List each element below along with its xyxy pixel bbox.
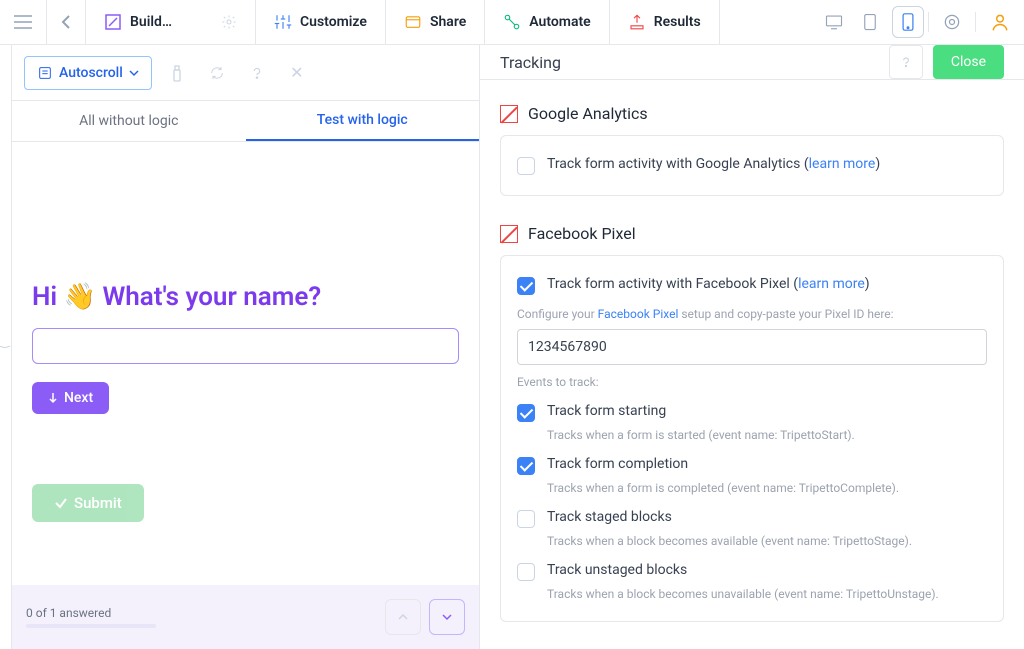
next-button[interactable]: Next xyxy=(32,382,109,414)
event-title-1: Track form completion xyxy=(547,456,688,472)
device-phone-icon[interactable] xyxy=(892,6,924,38)
event-title-2: Track staged blocks xyxy=(547,509,672,525)
next-question-button[interactable] xyxy=(429,599,465,635)
tab-build-label: Build… xyxy=(130,14,172,30)
ga-learn-more-link[interactable]: learn more xyxy=(809,156,876,172)
ga-checkbox[interactable] xyxy=(517,157,535,175)
tab-automate[interactable]: Automate xyxy=(485,0,609,44)
event-desc-1: Tracks when a form is completed (event n… xyxy=(547,481,987,495)
progress-text: 0 of 1 answered xyxy=(26,606,156,620)
settings-icon[interactable] xyxy=(928,12,976,32)
tab-share[interactable]: Share xyxy=(386,0,485,44)
check-icon xyxy=(54,496,68,510)
tab-results-label: Results xyxy=(654,14,701,30)
menu-icon[interactable] xyxy=(0,0,47,44)
close-preview-icon[interactable]: ✕ xyxy=(282,58,312,88)
tab-automate-label: Automate xyxy=(529,14,590,30)
name-input[interactable] xyxy=(32,328,459,364)
tab-share-label: Share xyxy=(430,14,466,30)
results-icon xyxy=(628,13,646,31)
device-tablet-icon[interactable] xyxy=(852,0,888,45)
tab-customize-label: Customize xyxy=(300,14,367,30)
events-label: Events to track: xyxy=(517,375,987,389)
progress-bar xyxy=(26,624,156,628)
left-gutter[interactable]: ⟩ xyxy=(0,45,12,649)
user-icon[interactable] xyxy=(976,12,1024,32)
fb-checkbox[interactable] xyxy=(517,277,535,295)
arrow-down-icon xyxy=(48,392,58,404)
fb-learn-more-link[interactable]: learn more xyxy=(798,276,865,292)
tab-test-with-logic[interactable]: Test with logic xyxy=(246,101,480,141)
event-desc-3: Tracks when a block becomes unavailable … xyxy=(547,587,987,601)
help-button[interactable] xyxy=(889,45,923,79)
gear-icon[interactable] xyxy=(221,14,237,30)
tab-all-without-logic[interactable]: All without logic xyxy=(12,101,246,141)
event-desc-2: Tracks when a block becomes available (e… xyxy=(547,534,987,548)
tab-customize[interactable]: Customize xyxy=(256,0,386,44)
autoscroll-label: Autoscroll xyxy=(59,65,123,81)
device-desktop-icon[interactable] xyxy=(816,0,852,45)
question-text: Hi 👋 What's your name? xyxy=(32,282,459,312)
chevron-down-icon xyxy=(441,611,453,623)
tab-results[interactable]: Results xyxy=(610,0,720,44)
expand-handle-icon: ⟩ xyxy=(0,345,12,350)
autoscroll-button[interactable]: Autoscroll xyxy=(24,56,152,90)
fb-title: Facebook Pixel xyxy=(528,224,636,243)
chevron-up-icon xyxy=(397,611,409,623)
help-icon[interactable] xyxy=(242,58,272,88)
event-checkbox-1[interactable] xyxy=(517,457,535,475)
share-icon xyxy=(404,13,422,31)
next-label: Next xyxy=(64,390,93,406)
event-checkbox-2[interactable] xyxy=(517,510,535,528)
autoscroll-icon xyxy=(37,65,53,81)
build-icon xyxy=(104,13,122,31)
ga-title: Google Analytics xyxy=(528,104,648,123)
pixel-id-input[interactable] xyxy=(517,329,987,365)
event-checkbox-3[interactable] xyxy=(517,563,535,581)
ga-icon xyxy=(500,105,518,123)
tracking-title: Tracking xyxy=(500,53,889,72)
close-button[interactable]: Close xyxy=(933,45,1004,79)
bottle-icon[interactable] xyxy=(162,58,192,88)
event-checkbox-0[interactable] xyxy=(517,404,535,422)
customize-icon xyxy=(274,13,292,31)
refresh-icon[interactable] xyxy=(202,58,232,88)
fb-config-hint: Configure your Facebook Pixel setup and … xyxy=(517,307,987,321)
event-title-3: Track unstaged blocks xyxy=(547,562,687,578)
fb-icon xyxy=(500,225,518,243)
prev-question-button[interactable] xyxy=(385,599,421,635)
fb-pixel-link[interactable]: Facebook Pixel xyxy=(598,307,679,321)
ga-option-text: Track form activity with Google Analytic… xyxy=(547,156,880,172)
automate-icon xyxy=(503,13,521,31)
event-desc-0: Tracks when a form is started (event nam… xyxy=(547,428,987,442)
chevron-down-icon xyxy=(129,68,139,78)
tab-build[interactable]: Build… xyxy=(86,0,256,44)
fb-option-text: Track form activity with Facebook Pixel … xyxy=(547,276,870,292)
submit-button[interactable]: Submit xyxy=(32,484,144,522)
event-title-0: Track form starting xyxy=(547,403,666,419)
submit-label: Submit xyxy=(74,494,122,512)
back-icon[interactable] xyxy=(47,0,86,44)
